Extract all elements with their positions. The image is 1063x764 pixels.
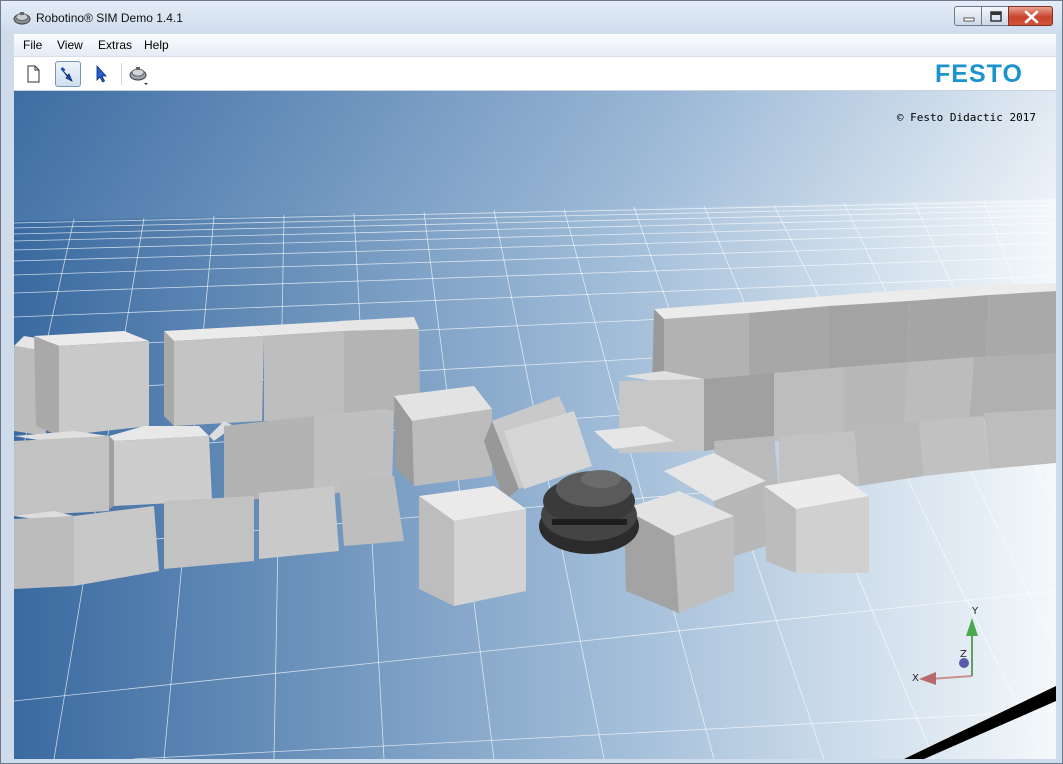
maximize-icon <box>990 11 1002 22</box>
move-camera-icon <box>60 67 73 82</box>
window-title: Robotino® SIM Demo 1.4.1 <box>36 11 183 25</box>
minimize-button[interactable] <box>954 6 982 26</box>
close-button[interactable] <box>1008 6 1053 26</box>
toolbar-separator <box>121 63 122 85</box>
toolbar: FESTO <box>14 57 1056 91</box>
menu-extras[interactable]: Extras <box>98 38 132 52</box>
3d-viewport[interactable]: Y Z X © Festo Didactic 2017 <box>14 91 1056 759</box>
copyright-text: © Festo Didactic 2017 <box>896 111 1036 124</box>
menu-view[interactable]: View <box>57 38 83 52</box>
menu-help[interactable]: Help <box>144 38 169 52</box>
minimize-icon <box>963 17 975 22</box>
menu-bar: File View Extras Help <box>14 34 1056 57</box>
robot-menu-button[interactable] <box>126 61 152 87</box>
maximize-button[interactable] <box>981 6 1009 26</box>
axis-y-label: Y <box>971 606 979 617</box>
close-icon <box>1024 10 1039 24</box>
title-bar[interactable]: Robotino® SIM Demo 1.4.1 <box>1 1 1062 34</box>
axis-x-label: X <box>912 673 919 684</box>
robot-app-icon <box>13 12 31 25</box>
simulation-scene[interactable]: Y Z X <box>14 91 1056 759</box>
new-document-icon <box>27 65 40 83</box>
menu-file[interactable]: File <box>23 38 42 52</box>
window-frame-bottom <box>1 759 1062 763</box>
new-scene-button[interactable] <box>20 61 46 87</box>
select-pointer-icon <box>96 64 107 83</box>
move-camera-button[interactable] <box>55 61 81 87</box>
axis-z-label: Z <box>960 649 967 660</box>
window-frame-left <box>1 34 14 763</box>
select-button[interactable] <box>88 61 114 87</box>
robot-dropdown-icon <box>129 67 148 85</box>
window-frame-right <box>1056 34 1062 763</box>
festo-logo: FESTO <box>935 60 1023 88</box>
app-window: Robotino® SIM Demo 1.4.1 File View Extra… <box>0 0 1063 764</box>
